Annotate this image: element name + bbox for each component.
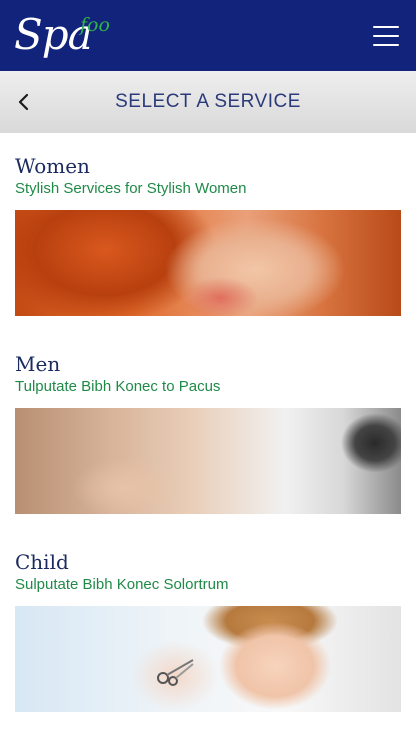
service-card-men[interactable]: Men Tulputate Bibh Konec to Pacus: [15, 331, 401, 529]
service-image-men[interactable]: [15, 408, 401, 514]
service-title: Child: [15, 550, 69, 574]
service-image-child[interactable]: [15, 606, 401, 712]
service-image-women[interactable]: [15, 210, 401, 316]
hamburger-menu-icon[interactable]: [373, 26, 399, 46]
app-header: Spa foo: [0, 0, 416, 71]
chevron-left-icon[interactable]: [16, 91, 36, 113]
service-subtitle: Sulputate Bibh Konec Solortrum: [15, 576, 229, 593]
service-card-women[interactable]: Women Stylish Services for Stylish Women: [15, 133, 401, 331]
spafoo-logo[interactable]: Spa foo: [14, 10, 114, 62]
service-list: Women Stylish Services for Stylish Women…: [15, 133, 401, 727]
scissors-icon: [157, 659, 194, 686]
page-title-bar: SELECT A SERVICE: [0, 71, 416, 133]
logo-accent-text: foo: [80, 14, 110, 36]
service-title: Women: [15, 154, 90, 178]
service-subtitle: Tulputate Bibh Konec to Pacus: [15, 378, 221, 395]
page-title: SELECT A SERVICE: [115, 91, 301, 112]
service-title: Men: [15, 352, 61, 376]
service-card-child[interactable]: Child Sulputate Bibh Konec Solortrum: [15, 529, 401, 727]
service-subtitle: Stylish Services for Stylish Women: [15, 180, 247, 197]
